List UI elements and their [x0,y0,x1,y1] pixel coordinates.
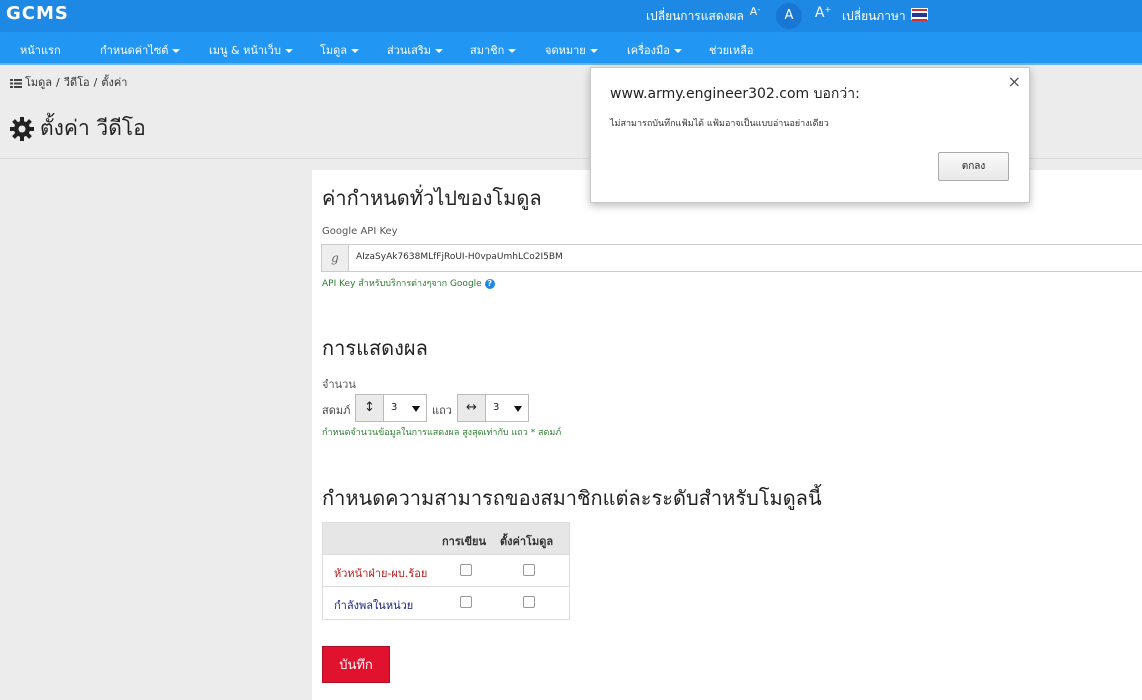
page-title-text: ตั้งค่า วีดีโอ [40,116,146,140]
alert-dialog: www.army.engineer302.com บอกว่า: ไม่สามา… [590,67,1030,203]
nav-modules[interactable]: โมดูล [320,41,360,59]
horizontal-arrows-icon: ↔ [458,395,486,421]
rows-select[interactable]: ↔ 3 [457,394,529,422]
permissions-heading: กำหนดความสามารถของสมาชิกแต่ละระดับสำหรับ… [322,486,822,510]
role-name: กำลังพลในหน่วย [334,599,414,612]
dialog-message: ไม่สามารถบันทึกแฟ้มได้ แฟ้มอาจเป็นแบบอ่า… [610,119,829,129]
config-checkbox[interactable] [523,564,535,576]
nav-extensions[interactable]: ส่วนเสริม [387,41,444,59]
count-label: จำนวน [322,378,356,391]
chevron-down-icon [589,49,598,53]
nav-mail[interactable]: จดหมาย [545,41,598,59]
chevron-down-icon [435,49,444,53]
write-checkbox[interactable] [460,596,472,608]
breadcrumb-separator: / [56,76,60,89]
chevron-down-icon [284,49,293,53]
main-nav: หน้าแรก กำหนดค่าไซต์ เมนู & หน้าเว็บ โมด… [0,32,1142,65]
write-checkbox[interactable] [460,564,472,576]
nav-menu-pages[interactable]: เมนู & หน้าเว็บ [209,41,293,59]
nav-tools-label: เครื่องมือ [627,44,670,57]
nav-home[interactable]: หน้าแรก [20,41,61,59]
breadcrumb-settings: ตั้งค่า [101,76,128,89]
caret-down-icon [514,406,522,412]
settings-panel: ค่ากำหนดทั่วไปของโมดูล Google API Key g … [312,170,1142,700]
dialog-origin: www.army.engineer302.com บอกว่า: [610,86,860,102]
columns-value: 3 [391,402,398,413]
breadcrumb-separator: / [93,76,98,89]
role-name: หัวหน้าฝ่าย-ผบ.ร้อย [334,567,428,580]
table-header: การเขียน ตั้งค่าโมดูล [323,523,569,555]
nav-tools[interactable]: เครื่องมือ [627,41,682,59]
display-heading: การแสดงผล [322,336,428,360]
rows-label: แถว [432,404,452,417]
display-toggle-link[interactable]: เปลี่ยนการแสดงผล [646,7,744,26]
nav-extensions-label: ส่วนเสริม [387,44,432,57]
language-switch-link[interactable]: เปลี่ยนภาษา [842,7,906,26]
site-logo[interactable]: GCMS [6,3,69,24]
chevron-down-icon [508,49,517,53]
table-row: กำลังพลในหน่วย [323,587,569,619]
font-small-sup: - [757,5,761,14]
nav-site-config-label: กำหนดค่าไซต์ [100,44,169,57]
ok-button[interactable]: ตกลง [938,152,1009,181]
api-key-hint-text: API Key สำหรับบริการต่างๆจาก Google [322,279,482,289]
nav-members-label: สมาชิก [470,44,505,57]
breadcrumb: โมดูล / วีดีโอ / ตั้งค่า [10,73,127,91]
gear-icon [10,116,34,141]
api-key-input[interactable]: AIzaSyAk7638MLfFjRoUI-H0vpaUmhLCo2I5BM [356,252,563,262]
col-config-header: ตั้งค่าโมดูล [500,535,554,548]
col-write-header: การเขียน [442,535,486,548]
api-key-field[interactable]: g AIzaSyAk7638MLfFjRoUI-H0vpaUmhLCo2I5BM [321,244,1142,272]
breadcrumb-video[interactable]: วีดีโอ [64,76,90,89]
vertical-arrows-icon: ↕ [356,395,384,421]
thai-flag-icon[interactable] [911,8,928,21]
google-icon: g [322,245,349,271]
nav-mail-label: จดหมาย [545,44,586,57]
columns-label: สดมภ์ [322,404,351,417]
save-button[interactable]: บันทึก [322,646,390,683]
caret-down-icon [412,406,420,412]
nav-home-label: หน้าแรก [20,44,61,57]
table-row: หัวหน้าฝ่าย-ผบ.ร้อย [323,555,569,587]
nav-members[interactable]: สมาชิก [470,41,517,59]
permissions-table: การเขียน ตั้งค่าโมดูล หัวหน้าฝ่าย-ผบ.ร้อ… [322,522,570,620]
module-grid-icon [10,78,22,88]
config-checkbox[interactable] [523,596,535,608]
general-settings-heading: ค่ากำหนดทั่วไปของโมดูล [322,186,542,210]
nav-menu-pages-label: เมนู & หน้าเว็บ [209,44,281,57]
chevron-down-icon [673,49,682,53]
page-title: ตั้งค่า วีดีโอ [10,112,146,145]
nav-modules-label: โมดูล [320,44,348,57]
close-icon[interactable]: × [1008,72,1021,91]
api-key-hint: API Key สำหรับบริการต่างๆจาก Google? [322,276,495,290]
nav-help[interactable]: ช่วยเหลือ [709,41,753,59]
chevron-down-icon [172,49,181,53]
help-icon[interactable]: ? [484,279,495,289]
nav-site-config[interactable]: กำหนดค่าไซต์ [100,41,181,59]
font-large-button[interactable]: A+ [812,5,834,25]
font-large-label: A [814,5,825,21]
font-large-sup: + [824,5,832,14]
nav-help-label: ช่วยเหลือ [709,44,754,57]
chevron-down-icon [351,49,360,53]
font-normal-button[interactable]: A [776,3,802,29]
display-hint: กำหนดจำนวนข้อมูลในการแสดงผล สูงสุดเท่ากั… [322,428,562,438]
rows-value: 3 [493,402,500,413]
font-small-button[interactable]: A- [744,5,766,25]
breadcrumb-modules[interactable]: โมดูล [25,76,52,89]
api-key-label: Google API Key [322,226,398,237]
columns-select[interactable]: ↕ 3 [355,394,427,422]
top-bar: GCMS เปลี่ยนการแสดงผล A- A A+ เปลี่ยนภาษ… [0,0,1142,32]
